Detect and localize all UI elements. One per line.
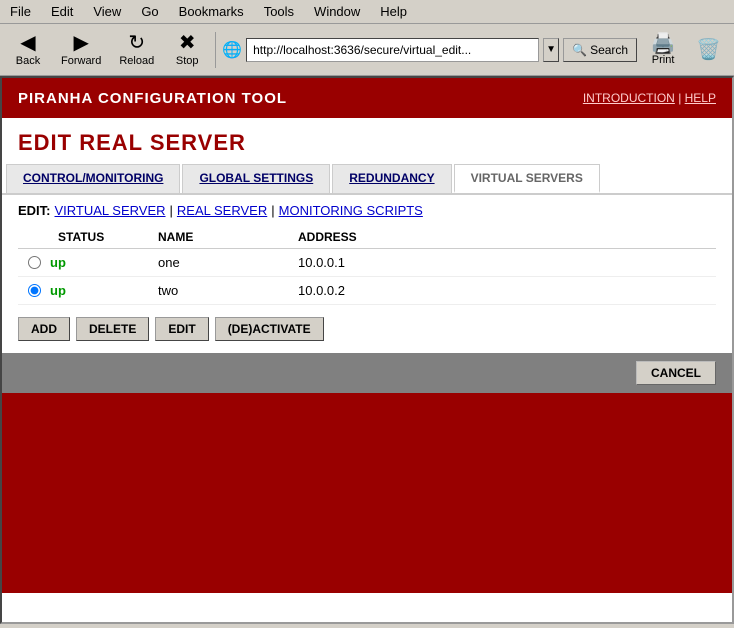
- row-radio-2[interactable]: [18, 284, 50, 297]
- stop-label: Stop: [176, 55, 199, 67]
- stop-icon: ✖: [179, 33, 196, 53]
- app-header: PIRANHA CONFIGURATION TOOL INTRODUCTION …: [2, 78, 732, 118]
- reload-button[interactable]: ↻ Reload: [112, 28, 161, 72]
- reload-icon: ↻: [128, 33, 145, 53]
- header-links: INTRODUCTION | HELP: [583, 91, 716, 105]
- back-label: Back: [16, 55, 40, 67]
- page-title-bar: EDIT REAL SERVER: [2, 118, 732, 164]
- menu-go[interactable]: Go: [135, 2, 164, 21]
- globe-icon: 🌐: [222, 40, 242, 60]
- forward-label: Forward: [61, 55, 101, 67]
- breadcrumb-monitoring-scripts[interactable]: MONITORING SCRIPTS: [279, 203, 423, 218]
- intro-link[interactable]: INTRODUCTION: [583, 91, 675, 105]
- row-address-2: 10.0.0.2: [298, 283, 716, 298]
- delete-button[interactable]: DELETE: [76, 317, 149, 341]
- search-icon: 🔍: [572, 43, 587, 57]
- deactivate-button[interactable]: (DE)ACTIVATE: [215, 317, 324, 341]
- menu-bookmarks[interactable]: Bookmarks: [173, 2, 250, 21]
- table-row: up two 10.0.0.2: [18, 277, 716, 305]
- toolbar-separator: [215, 32, 216, 68]
- status-value-2: up: [50, 283, 66, 298]
- row-status-1: up: [50, 255, 158, 270]
- menu-window[interactable]: Window: [308, 2, 366, 21]
- row-radio-1[interactable]: [18, 256, 50, 269]
- browser-content: PIRANHA CONFIGURATION TOOL INTRODUCTION …: [0, 76, 734, 624]
- print-icon: 🖨️: [651, 34, 676, 54]
- row-name-2: two: [158, 283, 298, 298]
- tab-virtual-servers[interactable]: VIRTUAL SERVERS: [454, 164, 600, 193]
- tab-global-settings[interactable]: GLOBAL SETTINGS: [182, 164, 330, 193]
- address-bar-container: 🌐 ▼ 🔍 Search: [222, 38, 637, 62]
- forward-icon: ▶: [73, 33, 88, 53]
- add-button[interactable]: ADD: [18, 317, 70, 341]
- action-buttons: ADD DELETE EDIT (DE)ACTIVATE: [2, 305, 732, 353]
- menu-view[interactable]: View: [87, 2, 127, 21]
- brand-name: PIRANHA: [18, 90, 93, 107]
- page-rest: [2, 393, 732, 593]
- app-header-title: PIRANHA CONFIGURATION TOOL: [18, 90, 287, 107]
- trash-button[interactable]: 🗑️: [689, 28, 728, 72]
- forward-button[interactable]: ▶ Forward: [54, 28, 108, 72]
- row-address-1: 10.0.0.1: [298, 255, 716, 270]
- toolbar: ◀ Back ▶ Forward ↻ Reload ✖ Stop 🌐 ▼ 🔍 S…: [0, 24, 734, 76]
- back-icon: ◀: [20, 33, 35, 53]
- address-dropdown-button[interactable]: ▼: [543, 38, 559, 62]
- app-title: CONFIGURATION TOOL: [93, 90, 287, 107]
- col-header-status: STATUS: [18, 230, 158, 244]
- search-button[interactable]: 🔍 Search: [563, 38, 637, 62]
- row-status-2: up: [50, 283, 158, 298]
- breadcrumb-real-server[interactable]: REAL SERVER: [177, 203, 267, 218]
- radio-input-1[interactable]: [28, 256, 41, 269]
- col-header-name: NAME: [158, 230, 298, 244]
- tabs-row: CONTROL/MONITORING GLOBAL SETTINGS REDUN…: [2, 164, 732, 195]
- cancel-button[interactable]: CANCEL: [636, 361, 716, 385]
- reload-label: Reload: [119, 55, 154, 67]
- bottom-bar: CANCEL: [2, 353, 732, 393]
- menu-help[interactable]: Help: [374, 2, 413, 21]
- menu-bar: File Edit View Go Bookmarks Tools Window…: [0, 0, 734, 24]
- help-link[interactable]: HELP: [685, 91, 716, 105]
- edit-button[interactable]: EDIT: [155, 317, 208, 341]
- breadcrumb-sep-2: |: [271, 203, 274, 218]
- stop-button[interactable]: ✖ Stop: [165, 28, 209, 72]
- radio-input-2[interactable]: [28, 284, 41, 297]
- tab-control-monitoring[interactable]: CONTROL/MONITORING: [6, 164, 180, 193]
- breadcrumb-virtual-server[interactable]: VIRTUAL SERVER: [55, 203, 166, 218]
- server-table: STATUS NAME ADDRESS up one 10.0.0.1 up t…: [2, 226, 732, 305]
- print-label: Print: [652, 54, 675, 66]
- col-header-address: ADDRESS: [298, 230, 716, 244]
- breadcrumb: EDIT: VIRTUAL SERVER | REAL SERVER | MON…: [2, 195, 732, 226]
- address-input[interactable]: [246, 38, 539, 62]
- search-label: Search: [590, 43, 628, 57]
- print-button[interactable]: 🖨️ Print: [641, 28, 685, 72]
- row-name-1: one: [158, 255, 298, 270]
- breadcrumb-sep-1: |: [170, 203, 173, 218]
- table-row: up one 10.0.0.1: [18, 249, 716, 277]
- menu-edit[interactable]: Edit: [45, 2, 79, 21]
- status-value-1: up: [50, 255, 66, 270]
- menu-tools[interactable]: Tools: [258, 2, 300, 21]
- page-title: EDIT REAL SERVER: [18, 130, 716, 156]
- back-button[interactable]: ◀ Back: [6, 28, 50, 72]
- tab-redundancy[interactable]: REDUNDANCY: [332, 164, 451, 193]
- table-header-row: STATUS NAME ADDRESS: [18, 226, 716, 249]
- breadcrumb-label: EDIT:: [18, 203, 51, 218]
- trash-icon: 🗑️: [696, 40, 721, 60]
- menu-file[interactable]: File: [4, 2, 37, 21]
